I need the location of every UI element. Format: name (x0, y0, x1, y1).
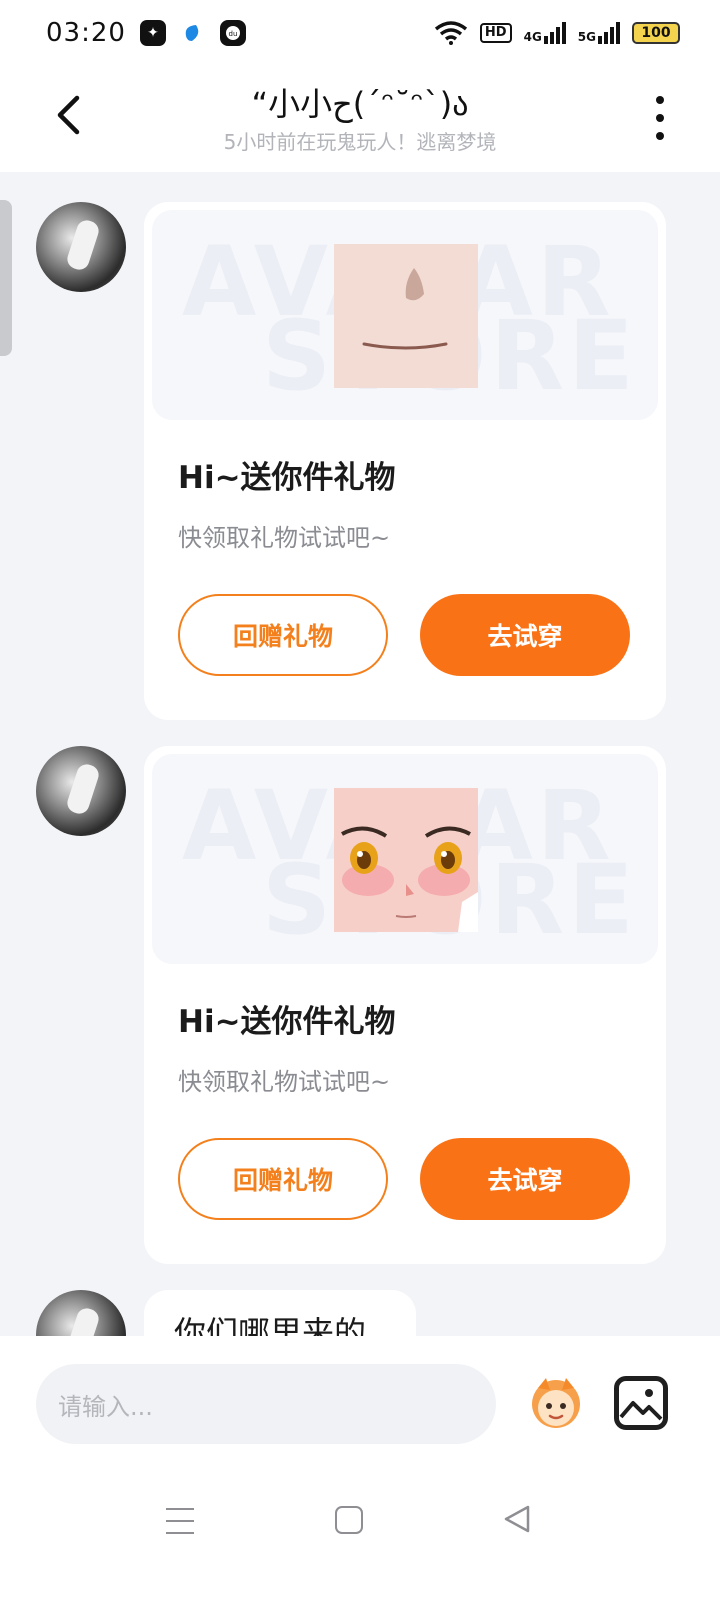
gift-banner: AVATAR STORE (152, 210, 658, 420)
return-gift-button[interactable]: 回赠礼物 (178, 1138, 388, 1220)
chevron-left-icon (57, 95, 80, 135)
gift-message: AVATAR STORE Hi~送你件礼物 快领取礼物试试吧~ 回赠礼物 去试穿 (36, 202, 666, 720)
scroll-handle[interactable] (0, 200, 12, 356)
gift-title: Hi~送你件礼物 (178, 1004, 396, 1040)
menu-line (166, 1520, 194, 1522)
home-button[interactable] (335, 1506, 363, 1534)
signal-bars-icon (598, 22, 620, 44)
blue-drop-app-icon (180, 20, 206, 46)
more-dot (656, 96, 664, 104)
input-bar: 请输入... (0, 1336, 720, 1460)
status-bar: 03:20 ✦ du HD 4G 5G 100 (0, 0, 720, 66)
gift-subtitle: 快领取礼物试试吧~ (178, 1068, 391, 1096)
du-app-icon: du (219, 20, 246, 46)
image-icon (619, 1389, 663, 1421)
signal-bars-icon (543, 22, 566, 44)
menu-line (166, 1532, 194, 1534)
try-on-button[interactable]: 去试穿 (420, 594, 630, 676)
signal-4g: 4G (524, 22, 566, 44)
gift-card: AVATAR STORE Hi~送你件礼物 快领取礼物试试吧~ 回赠礼物 去试穿 (144, 202, 666, 720)
chat-messages[interactable]: AVATAR STORE Hi~送你件礼物 快领取礼物试试吧~ 回赠礼物 去试穿… (0, 172, 720, 1364)
header-title-group: “小小ح(ˊᵔ˘ᵔˋ)ა 5小时前在玩鬼玩人！逃离梦境 (130, 84, 590, 155)
message-input[interactable]: 请输入... (36, 1364, 496, 1444)
more-dot (656, 114, 664, 122)
more-options-button[interactable] (648, 96, 672, 140)
system-nav-bar (0, 1460, 720, 1600)
gift-message: AVATAR STORE (36, 746, 666, 1264)
back-button[interactable] (46, 90, 90, 140)
chat-header: “小小ح(ˊᵔ˘ᵔˋ)ა 5小时前在玩鬼玩人！逃离梦境 (0, 66, 720, 172)
face-mouth-icon (334, 244, 478, 388)
gift-banner: AVATAR STORE (152, 754, 658, 964)
image-picker-button[interactable] (614, 1376, 668, 1430)
status-time: 03:20 (46, 18, 126, 48)
page-title: “小小ح(ˊᵔ˘ᵔˋ)ა (251, 85, 469, 123)
menu-line (166, 1508, 194, 1510)
back-triangle-icon[interactable] (502, 1504, 532, 1534)
sparkle-app-icon: ✦ (139, 20, 166, 46)
gift-card: AVATAR STORE (144, 746, 666, 1264)
sticker-mascot-icon[interactable] (524, 1370, 588, 1434)
status-right: HD 4G 5G 100 (434, 21, 680, 45)
try-on-button[interactable]: 去试穿 (420, 1138, 630, 1220)
more-dot (656, 132, 664, 140)
svg-text:du: du (228, 30, 237, 38)
status-left: 03:20 ✦ du (46, 18, 246, 48)
presence-status: 5小时前在玩鬼玩人！逃离梦境 (223, 130, 497, 154)
wifi-icon (434, 21, 468, 45)
anime-face-icon (334, 788, 478, 932)
battery-indicator: 100 (632, 22, 680, 44)
gift-title: Hi~送你件礼物 (178, 460, 396, 496)
recents-button[interactable] (166, 1508, 194, 1534)
gift-subtitle: 快领取礼物试试吧~ (178, 524, 391, 552)
avatar[interactable] (36, 746, 126, 836)
hd-badge: HD (479, 23, 512, 43)
signal-5g: 5G (578, 22, 620, 44)
avatar[interactable] (36, 202, 126, 292)
return-gift-button[interactable]: 回赠礼物 (178, 594, 388, 676)
